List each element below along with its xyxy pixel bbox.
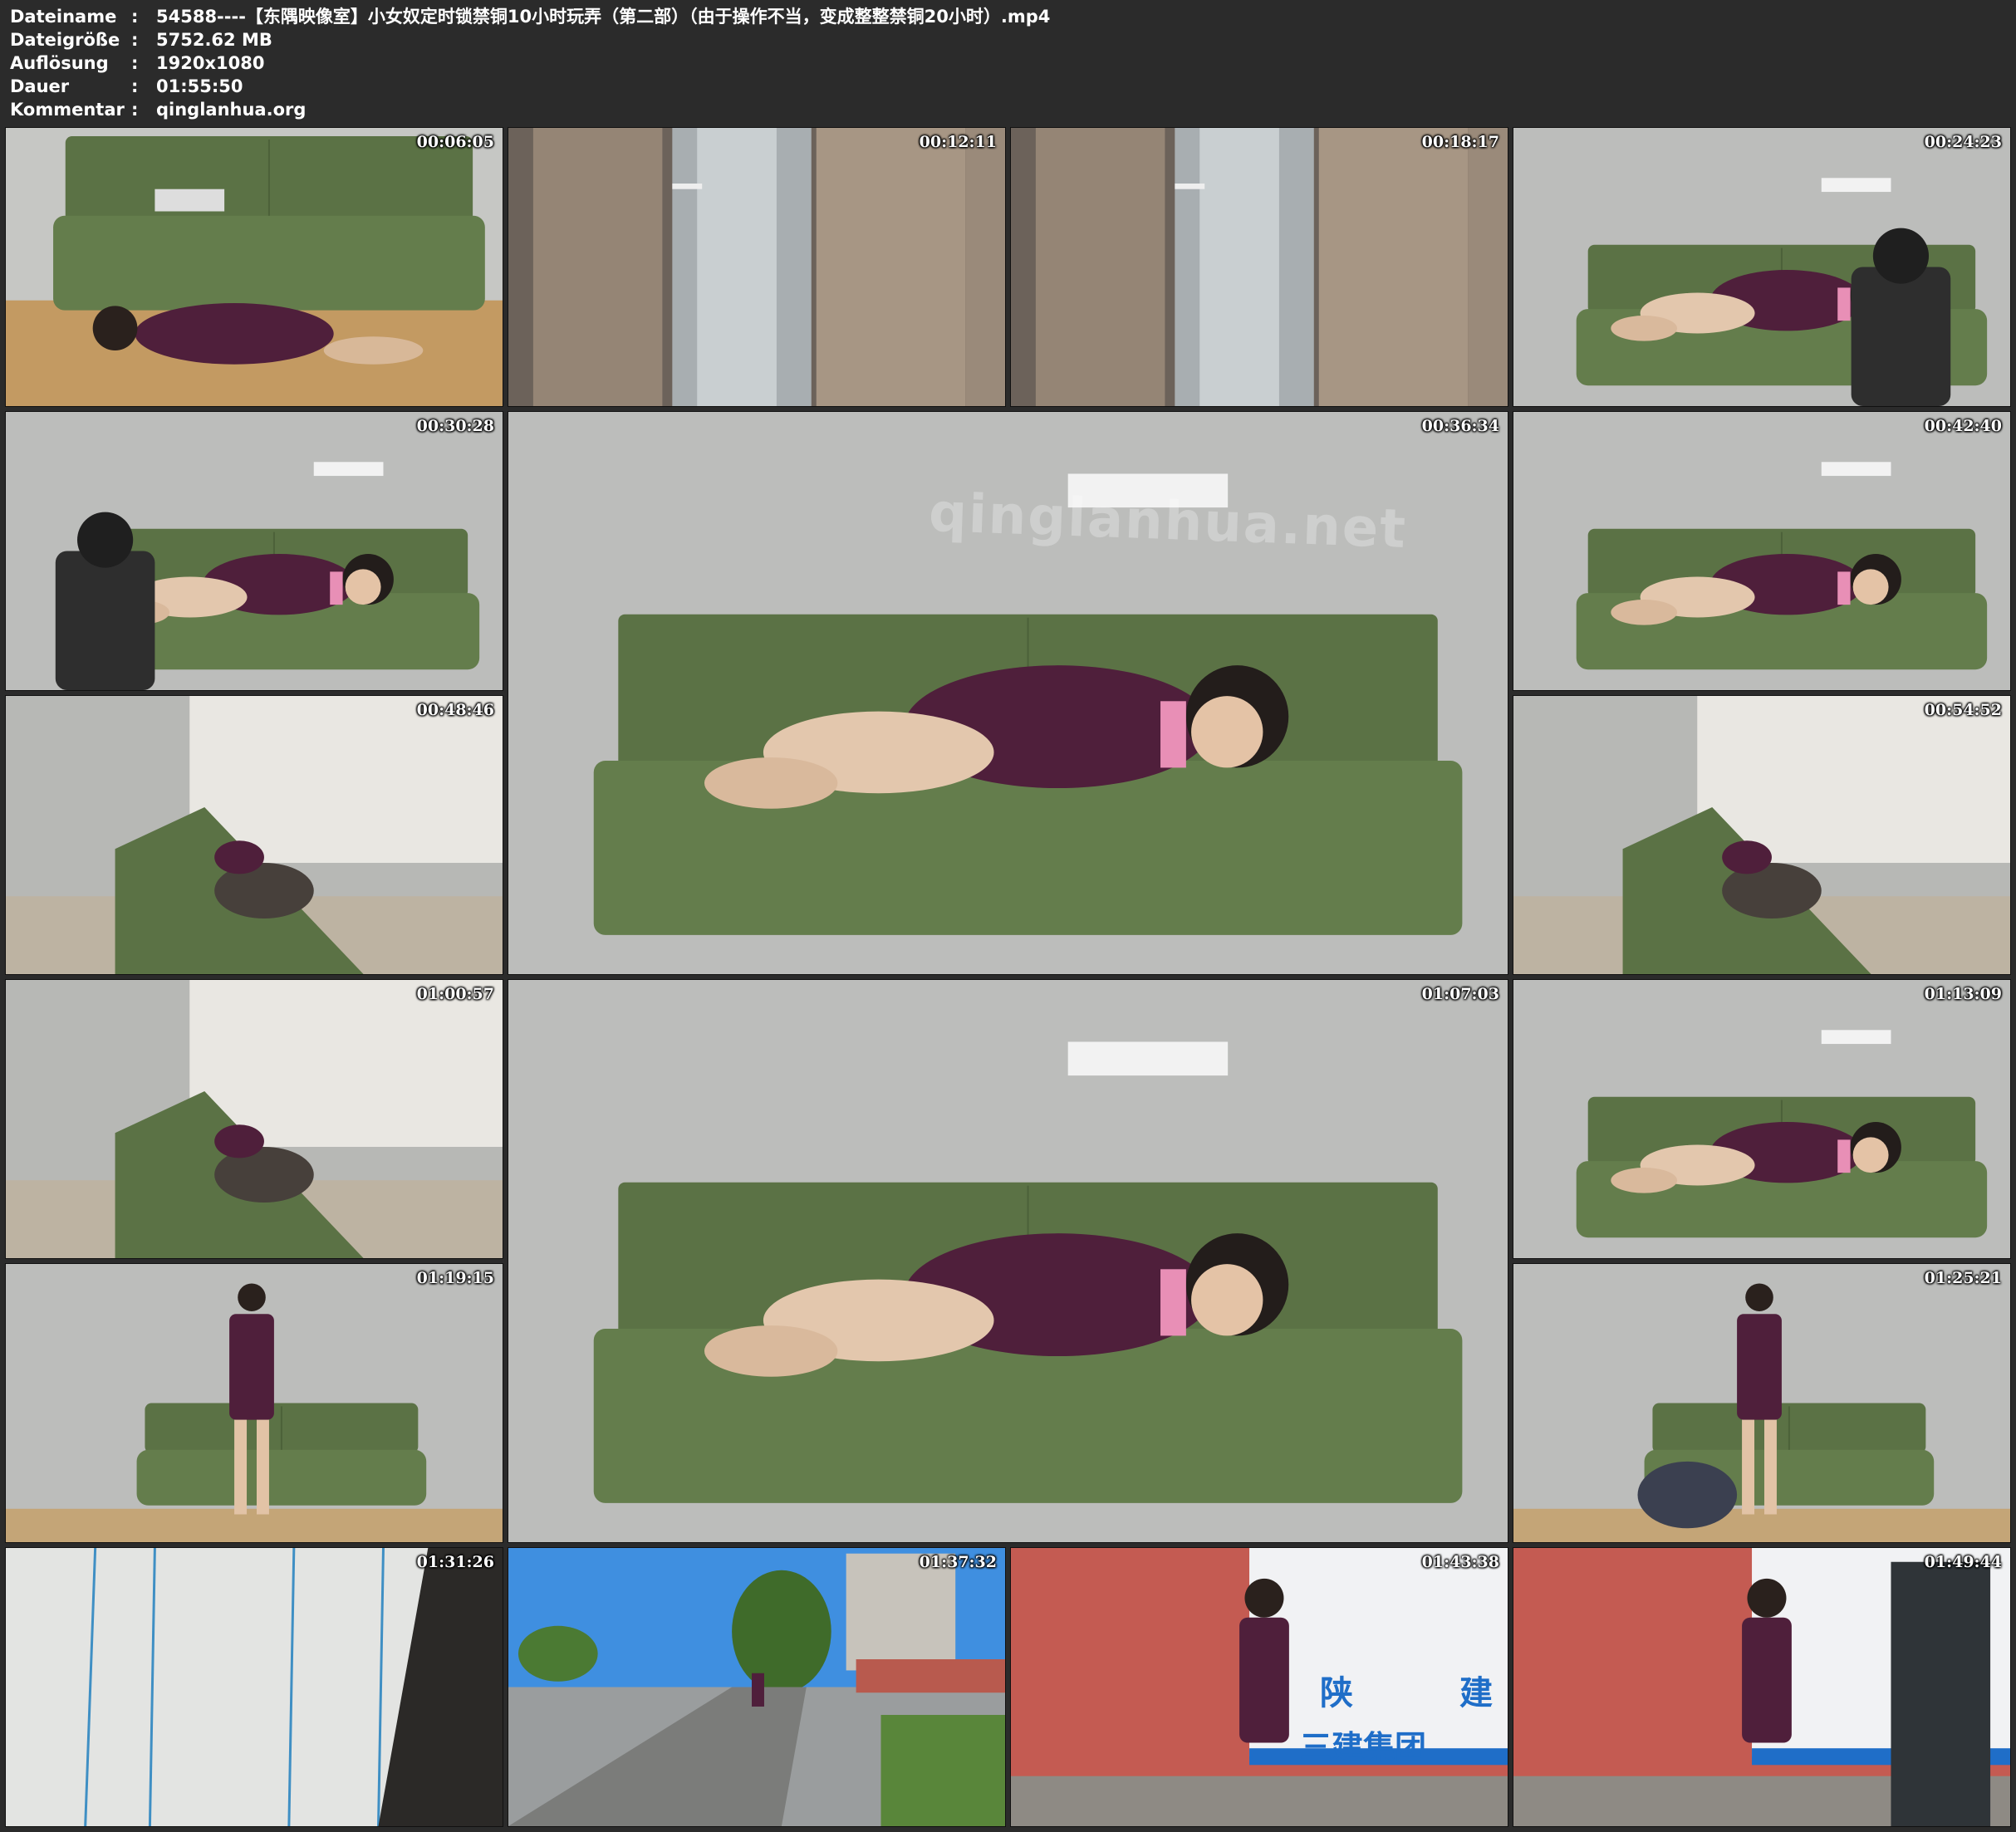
video-thumbnail: 01:37:32 (508, 1547, 1006, 1827)
video-thumbnail: 00:12:11 (508, 127, 1006, 407)
thumbnail-timestamp: 01:07:03 (1421, 985, 1499, 1003)
meta-separator: : (131, 7, 139, 27)
video-thumbnail: qinglanhua.net 00:36:34 (508, 411, 1508, 975)
meta-separator: : (131, 30, 139, 50)
thumbnail-image (1513, 696, 2010, 974)
video-thumbnail: 00:54:52 (1513, 695, 2011, 975)
thumbnail-image (508, 980, 1508, 1542)
video-thumbnail: 01:19:15 (5, 1263, 503, 1543)
meta-value: 54588----【东隅映像室】小女奴定时锁禁铜10小时玩弄（第二部）（由于操作… (156, 7, 1051, 27)
sign-text: 陕 (1320, 1673, 1353, 1712)
thumbnail-timestamp: 01:43:38 (1421, 1553, 1499, 1571)
sign-text: 三建集团 (1300, 1728, 1427, 1766)
meta-value: qinglanhua.org (156, 100, 307, 120)
thumbnail-timestamp: 00:30:28 (416, 417, 494, 435)
thumbnail-image (6, 980, 503, 1258)
sign-text: 建 (1459, 1673, 1493, 1712)
thumbnail-image (6, 1264, 503, 1542)
video-thumbnail: 00:24:23 (1513, 127, 2011, 407)
video-thumbnail: 00:30:28 (5, 411, 503, 691)
meta-key: Dateiname (10, 7, 117, 27)
thumbnail-image (1011, 128, 1508, 406)
meta-value: 1920x1080 (156, 53, 265, 73)
thumbnail-timestamp: 01:00:57 (416, 985, 494, 1003)
meta-value: 5752.62 MB (156, 30, 272, 50)
thumbnail-timestamp: 01:37:32 (919, 1553, 997, 1571)
thumbnail-image (1011, 1548, 1508, 1826)
thumbnail-timestamp: 00:24:23 (1924, 133, 2002, 151)
thumbnail-timestamp: 01:25:21 (1924, 1269, 2002, 1287)
video-thumbnail: 00:42:40 (1513, 411, 2011, 691)
video-thumbnail: 01:13:09 (1513, 979, 2011, 1259)
video-thumbnail: 01:49:44 (1513, 1547, 2011, 1827)
thumbnail-timestamp: 00:12:11 (919, 133, 997, 151)
thumbnail-image (6, 1548, 503, 1826)
video-thumbnail: 00:06:05 (5, 127, 503, 407)
thumbnail-timestamp: 01:19:15 (416, 1269, 494, 1287)
video-thumbnail: 00:18:17 (1010, 127, 1508, 407)
video-thumbnail: 01:07:03 (508, 979, 1508, 1543)
video-thumbnail: 01:31:26 (5, 1547, 503, 1827)
thumbnail-timestamp: 01:31:26 (416, 1553, 494, 1571)
thumbnail-timestamp: 00:06:05 (416, 133, 494, 151)
thumbnail-image (6, 696, 503, 974)
meta-key: Dauer (10, 76, 70, 96)
thumbnail-image (1513, 980, 2010, 1258)
thumbnail-image (1513, 1548, 2010, 1826)
thumbnail-timestamp: 01:49:44 (1924, 1553, 2002, 1571)
thumbnail-timestamp: 01:13:09 (1924, 985, 2002, 1003)
thumbnail-timestamp: 00:54:52 (1924, 701, 2002, 719)
thumbnail-image (1513, 412, 2010, 690)
thumbnail-image (508, 128, 1005, 406)
thumbnail-timestamp: 00:18:17 (1421, 133, 1499, 151)
video-thumbnail: 01:25:21 (1513, 1263, 2011, 1543)
video-thumbnail: 01:00:57 (5, 979, 503, 1259)
thumbnail-image (1513, 1264, 2010, 1542)
video-thumbnail: 陕 建三建集团 01:43:38 (1010, 1547, 1508, 1827)
meta-key: Kommentar (10, 100, 125, 120)
video-thumbnail: 00:48:46 (5, 695, 503, 975)
thumbnail-timestamp: 00:36:34 (1421, 417, 1499, 435)
thumbnail-image (1513, 128, 2010, 406)
thumbnail-timestamp: 00:48:46 (416, 701, 494, 719)
meta-key: Auflösung (10, 53, 109, 73)
thumbnail-image (508, 1548, 1005, 1826)
thumbnail-image (6, 412, 503, 690)
meta-separator: : (131, 100, 139, 120)
file-info-header: Dateiname:54588----【东隅映像室】小女奴定时锁禁铜10小时玩弄… (0, 0, 2016, 125)
meta-value: 01:55:50 (156, 76, 243, 96)
meta-key: Dateigröße (10, 30, 120, 50)
thumbnail-image (6, 128, 503, 406)
meta-separator: : (131, 53, 139, 73)
meta-separator: : (131, 76, 139, 96)
thumbnail-timestamp: 00:42:40 (1924, 417, 2002, 435)
